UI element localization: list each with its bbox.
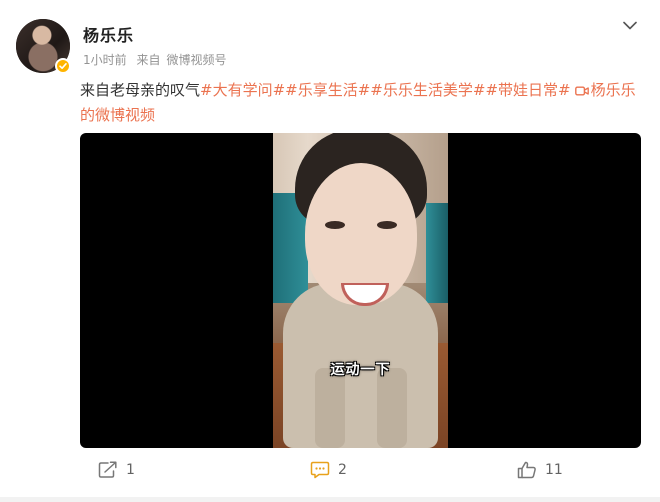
like-count: 11 [545,462,563,478]
username[interactable]: 杨乐乐 [83,22,134,46]
video-icon [574,86,589,96]
video-frame [273,133,448,448]
post-meta: 1小时前 来自 微博视频号 [83,51,227,68]
comment-icon [310,461,330,479]
video-player[interactable]: 运动一下 [80,133,641,448]
verified-icon [55,58,71,74]
source-prefix: 来自 [136,53,161,67]
source-link[interactable]: 微博视频号 [166,53,226,67]
action-bar: 1 2 11 [0,455,660,485]
repost-button[interactable]: 1 [98,459,135,481]
chevron-down-icon[interactable] [622,17,638,30]
topic-link[interactable]: #乐乐生活美学# [370,81,485,99]
post-text-prefix: 来自老母亲的叹气 [80,81,201,99]
video-link-label-2: 的微博视频 [80,106,156,124]
repost-icon [98,461,117,478]
weibo-post-card: 杨乐乐 1小时前 来自 微博视频号 来自老母亲的叹气#大有学问##乐享生活##乐乐… [0,0,660,502]
like-icon [517,461,536,479]
post-text: 来自老母亲的叹气#大有学问##乐享生活##乐乐生活美学##带娃日常# 杨乐乐的微博… [80,78,645,128]
comment-button[interactable]: 2 [310,459,347,481]
topic-link[interactable]: #带娃日常# [485,81,570,99]
post-time[interactable]: 1小时前 [83,53,127,67]
topic-link[interactable]: #乐享生活# [285,81,370,99]
divider [0,497,660,502]
repost-count: 1 [126,462,135,478]
like-button[interactable]: 11 [517,459,563,481]
video-link-label: 杨乐乐 [590,81,636,99]
comment-count: 2 [338,462,347,478]
topic-link[interactable]: #大有学问# [200,81,285,99]
video-caption: 运动一下 [330,362,391,378]
